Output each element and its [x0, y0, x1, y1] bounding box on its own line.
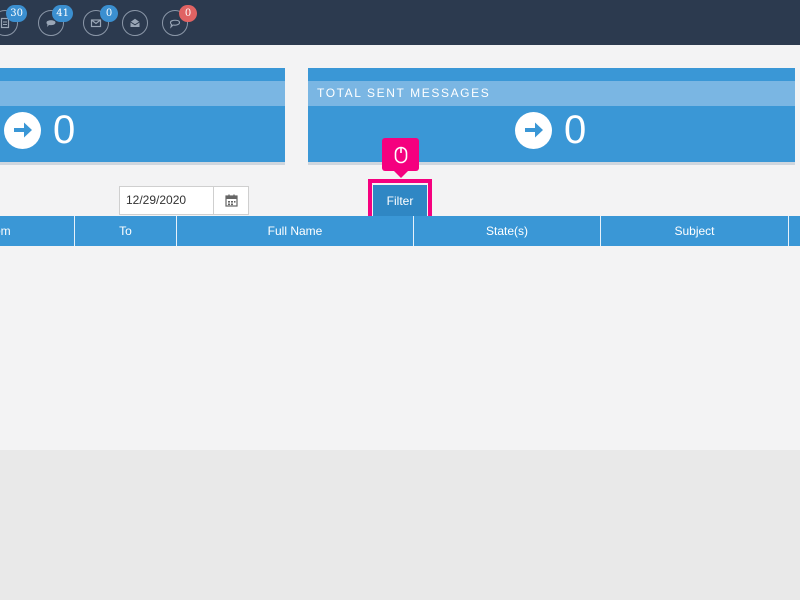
mouse-click-indicator: [382, 138, 419, 178]
mail-icon[interactable]: 0: [83, 5, 118, 36]
stat-card-left-value: 0: [53, 107, 76, 152]
stat-card-total-sent-value: 0: [564, 107, 587, 152]
arrow-right-icon[interactable]: [4, 111, 41, 149]
mouse-icon: [394, 146, 407, 163]
calendar-button[interactable]: [213, 186, 249, 215]
stat-card-total-sent-title: TOTAL SENT MESSAGES: [308, 81, 795, 106]
column-header-overflow: [789, 216, 800, 246]
calendar-icon: [224, 194, 238, 207]
date-input[interactable]: 12/29/2020: [119, 186, 214, 215]
arrow-right-icon[interactable]: [515, 111, 552, 149]
document-badge: 30: [6, 5, 27, 22]
page-footer-area: [0, 450, 800, 600]
stat-card-total-sent-value-row: 0: [515, 107, 587, 152]
comment-badge: 0: [179, 5, 197, 22]
column-header-subject[interactable]: Subject: [601, 216, 789, 246]
open-mail-icon[interactable]: [122, 10, 148, 36]
column-header-to[interactable]: To: [75, 216, 177, 246]
top-navbar: 30 41 0 0: [0, 0, 800, 45]
column-header-from[interactable]: om: [0, 216, 75, 246]
stat-card-left: 0: [0, 68, 285, 165]
mail-badge: 0: [100, 5, 118, 22]
document-icon[interactable]: 30: [0, 5, 27, 36]
chat-badge: 41: [52, 5, 73, 22]
stat-card-left-value-row: 0: [4, 107, 76, 152]
stat-card-left-title: [0, 81, 285, 106]
comment-icon[interactable]: 0: [162, 5, 197, 36]
main-content: 0 TOTAL SENT MESSAGES 0 12/29/2020 Filte…: [0, 45, 800, 450]
table-header: om To Full Name State(s) Subject: [0, 216, 800, 246]
column-header-full-name[interactable]: Full Name: [177, 216, 414, 246]
filter-button[interactable]: Filter: [373, 185, 427, 216]
column-header-states[interactable]: State(s): [414, 216, 601, 246]
chat-icon[interactable]: 41: [38, 5, 73, 36]
